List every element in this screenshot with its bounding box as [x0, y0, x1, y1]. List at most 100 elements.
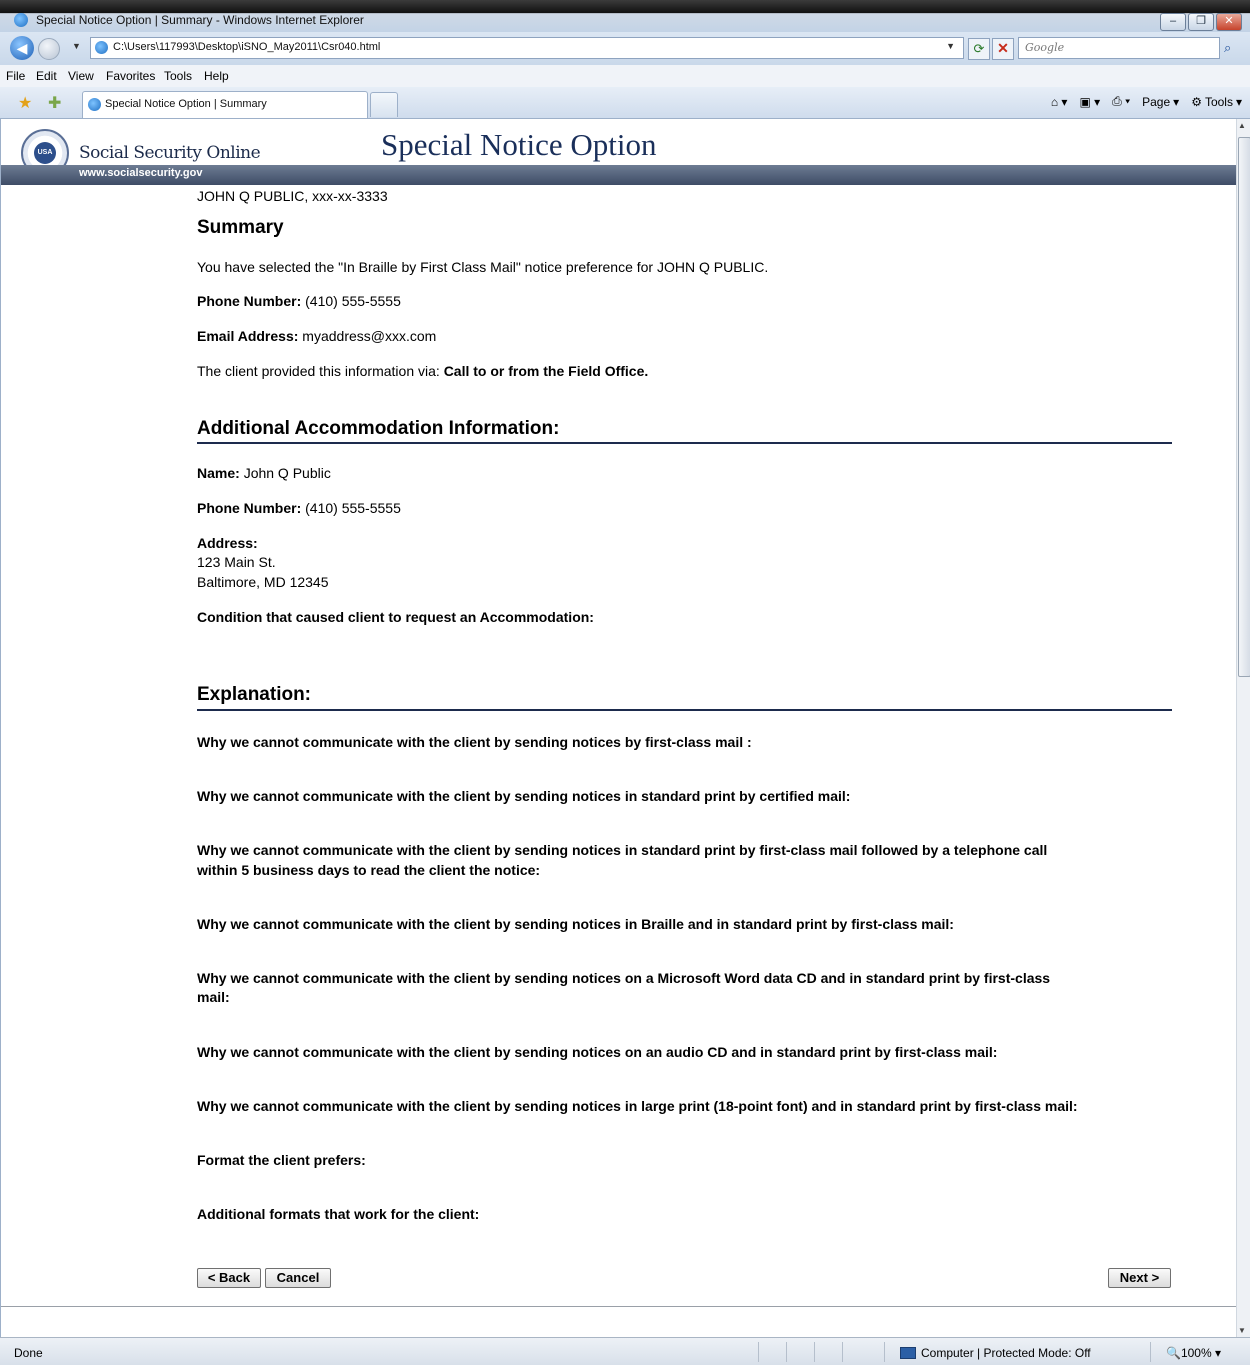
status-separator	[884, 1342, 885, 1362]
refresh-icon[interactable]: ⟳	[968, 38, 990, 60]
page-title: Special Notice Option	[381, 127, 657, 162]
site-brand[interactable]: Social Security Online	[79, 143, 261, 163]
menu-help[interactable]: Help	[204, 69, 229, 83]
stop-icon[interactable]: ✕	[992, 38, 1014, 60]
history-dropdown-icon[interactable]: ▼	[72, 41, 81, 51]
address-text[interactable]: C:\Users\117993\Desktop\iSNO_May2011\Csr…	[113, 41, 380, 53]
page-icon	[95, 41, 108, 54]
additional-formats-label: Additional formats that work for the cli…	[197, 1206, 480, 1222]
zoom-level: 100%	[1180, 1346, 1212, 1360]
menu-tools[interactable]: Tools	[164, 69, 192, 83]
scroll-down-icon[interactable]: ▼	[1238, 1326, 1246, 1335]
summary-email: Email Address: myaddress@xxx.com	[197, 328, 436, 344]
menu-view[interactable]: View	[68, 69, 94, 83]
seal-text: USA	[34, 142, 56, 164]
explanation-question: Why we cannot communicate with the clien…	[197, 1098, 1078, 1114]
address-field[interactable]: C:\Users\117993\Desktop\iSNO_May2011\Csr…	[90, 37, 964, 59]
explanation-question: Why we cannot communicate with the clien…	[197, 970, 1051, 986]
back-button[interactable]: < Back	[197, 1268, 261, 1288]
explanation-question: Why we cannot communicate with the clien…	[197, 788, 851, 804]
phone-label: Phone Number:	[197, 500, 302, 516]
new-tab-button[interactable]	[370, 92, 398, 117]
address-line-1: 123 Main St.	[197, 554, 276, 570]
status-separator	[1150, 1342, 1151, 1362]
window-controls: – ❐ ✕	[1160, 13, 1242, 31]
feeds-icon[interactable]: ▣ ▾	[1079, 95, 1100, 109]
cancel-button[interactable]: Cancel	[265, 1268, 331, 1288]
status-separator	[786, 1342, 787, 1362]
footer-divider	[1, 1306, 1236, 1307]
name-label: Name:	[197, 465, 240, 481]
via-label: The client provided this information via…	[197, 363, 440, 379]
explanation-question: Why we cannot communicate with the clien…	[197, 1044, 998, 1060]
computer-icon	[900, 1347, 916, 1359]
forward-arrow-icon[interactable]	[38, 38, 60, 60]
status-separator	[842, 1342, 843, 1362]
status-bar: Done Computer | Protected Mode: Off 🔍100…	[0, 1337, 1250, 1365]
minimize-button[interactable]: –	[1160, 13, 1186, 31]
tools-menu-label: Tools	[1204, 94, 1233, 109]
search-icon[interactable]: ⌕	[1224, 40, 1231, 56]
search-input[interactable]: Google	[1018, 37, 1220, 59]
home-icon[interactable]: ⌂ ▾	[1051, 95, 1068, 109]
format-preference-label: Format the client prefers:	[197, 1152, 366, 1168]
menu-favorites[interactable]: Favorites	[106, 69, 155, 83]
accommodation-name: Name: John Q Public	[197, 465, 331, 481]
email-label: Email Address:	[197, 328, 299, 344]
phone-value: (410) 555-5555	[305, 500, 401, 516]
gear-icon: ⚙	[1191, 94, 1202, 109]
explanation-question: Why we cannot communicate with the clien…	[197, 916, 954, 932]
scroll-up-icon[interactable]: ▲	[1238, 121, 1246, 130]
scroll-thumb[interactable]	[1238, 137, 1250, 677]
search-placeholder: Google	[1025, 41, 1065, 54]
favorites-star-icon[interactable]: ★	[18, 93, 32, 113]
zone-text: Computer | Protected Mode: Off	[921, 1346, 1091, 1360]
vertical-scrollbar[interactable]: ▲ ▼	[1236, 119, 1250, 1337]
summary-phone: Phone Number: (410) 555-5555	[197, 293, 401, 309]
client-line: JOHN Q PUBLIC, xxx-xx-3333	[197, 188, 388, 204]
section-divider	[197, 709, 1172, 711]
condition-label: Condition that caused client to request …	[197, 609, 594, 625]
menu-file[interactable]: File	[6, 69, 25, 83]
browser-viewport	[0, 119, 1237, 1337]
menu-edit[interactable]: Edit	[36, 69, 57, 83]
ie-icon	[14, 13, 28, 27]
page-menu[interactable]: Page ▾	[1142, 95, 1179, 109]
name-value: John Q Public	[243, 465, 331, 481]
explanation-question: Why we cannot communicate with the clien…	[197, 842, 1048, 858]
status-text: Done	[14, 1346, 43, 1360]
window-titlebar: Special Notice Option | Summary - Window…	[0, 0, 1250, 32]
explanation-question: Why we cannot communicate with the clien…	[197, 734, 752, 750]
address-dropdown-icon[interactable]: ▼	[946, 41, 955, 51]
close-button[interactable]: ✕	[1216, 13, 1242, 31]
address-line-2: Baltimore, MD 12345	[197, 574, 329, 590]
site-url-band: www.socialsecurity.gov	[1, 165, 1236, 185]
section-divider	[197, 442, 1172, 444]
back-arrow-icon[interactable]: ◀	[10, 36, 34, 60]
window-title: Special Notice Option | Summary - Window…	[36, 13, 364, 27]
security-zone[interactable]: Computer | Protected Mode: Off	[900, 1346, 1091, 1360]
tab-summary[interactable]: Special Notice Option | Summary	[82, 91, 368, 118]
summary-heading: Summary	[197, 217, 284, 238]
maximize-button[interactable]: ❐	[1188, 13, 1214, 31]
status-separator	[758, 1342, 759, 1362]
accommodation-phone: Phone Number: (410) 555-5555	[197, 500, 401, 516]
summary-via: The client provided this information via…	[197, 363, 648, 379]
explanation-heading: Explanation:	[197, 684, 312, 705]
site-url[interactable]: www.socialsecurity.gov	[79, 167, 203, 179]
zoom-icon: 🔍	[1166, 1346, 1181, 1360]
zoom-control[interactable]: 🔍100% ▾	[1166, 1346, 1221, 1360]
print-icon[interactable]: ⎙ ▾	[1112, 94, 1130, 109]
status-separator	[814, 1342, 815, 1362]
next-button[interactable]: Next >	[1108, 1268, 1171, 1288]
tab-page-icon	[88, 98, 101, 111]
selection-text: You have selected the "In Braille by Fir…	[197, 259, 769, 275]
tab-label: Special Notice Option | Summary	[105, 98, 267, 110]
menu-bar: File Edit View Favorites Tools Help	[0, 65, 1250, 88]
tools-menu[interactable]: ⚙ Tools ▾	[1191, 95, 1242, 109]
via-value: Call to or from the Field Office.	[443, 363, 649, 379]
phone-label: Phone Number:	[197, 293, 302, 309]
tab-bar: ★ ✚ Special Notice Option | Summary ⌂ ▾ …	[0, 87, 1250, 119]
explanation-question-cont: mail:	[197, 989, 230, 1005]
add-favorites-icon[interactable]: ✚	[48, 93, 61, 113]
